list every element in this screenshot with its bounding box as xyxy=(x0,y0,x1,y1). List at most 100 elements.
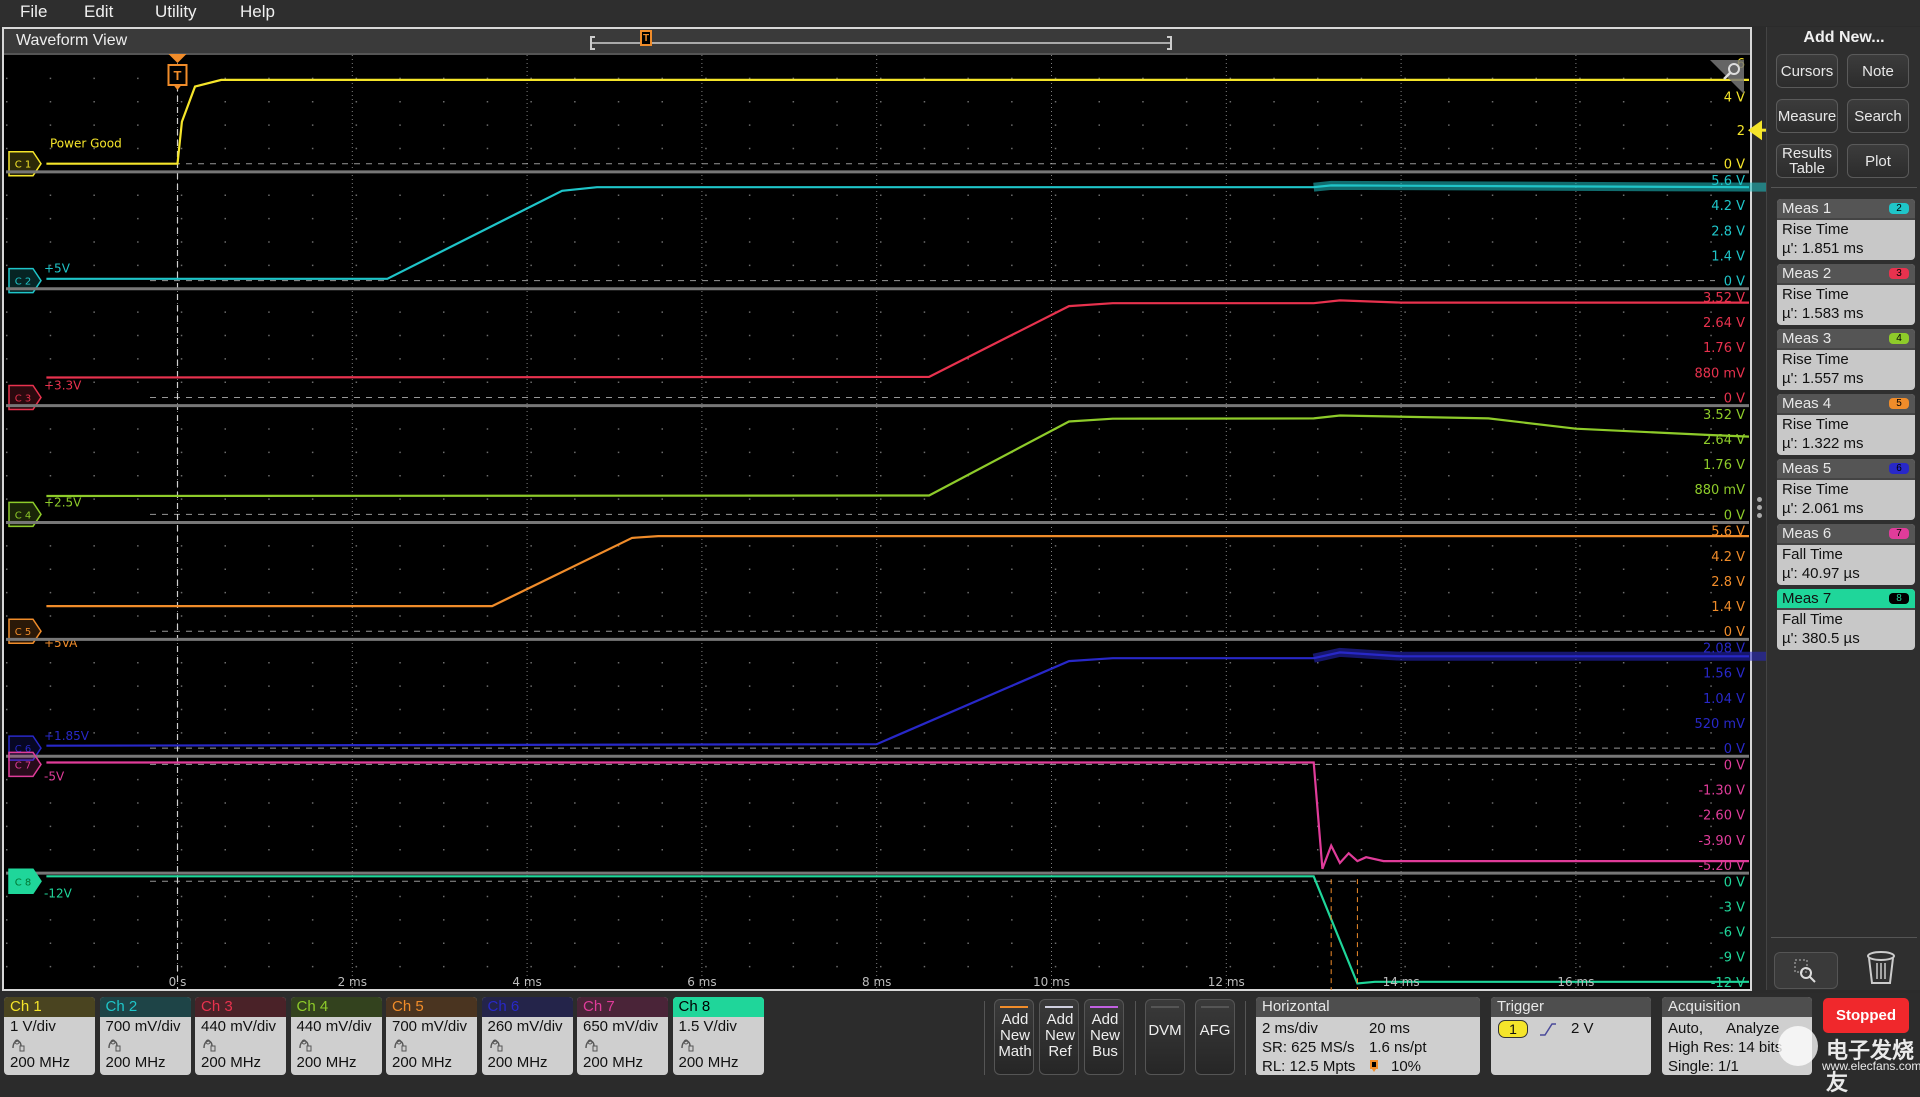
channel-bandwidth: 200 MHz xyxy=(678,1054,739,1071)
plot-button[interactable]: Plot xyxy=(1847,144,1909,178)
channel-badge-ch4[interactable]: Ch 4 440 mV/div 200 MHz xyxy=(290,997,382,1075)
measurement-type: Rise Time xyxy=(1782,416,1849,433)
results-table-button[interactable]: Results Table xyxy=(1776,144,1838,178)
trigger-position-icon xyxy=(1369,1059,1379,1072)
measurement-type: Rise Time xyxy=(1782,351,1849,368)
measurement-card[interactable]: Meas 5 6 Rise Time µ': 2.061 ms xyxy=(1777,459,1915,520)
measurement-type: Fall Time xyxy=(1782,611,1843,628)
record-length: RL: 12.5 Mpts xyxy=(1262,1058,1356,1075)
time-tick-label: 12 ms xyxy=(1208,975,1245,989)
measurement-value: µ': 1.322 ms xyxy=(1782,435,1864,452)
time-tick-label: 10 ms xyxy=(1033,975,1070,989)
rising-edge-icon xyxy=(1539,1021,1557,1042)
cursors-button[interactable]: Cursors xyxy=(1776,54,1838,88)
channel-badge-ch5[interactable]: Ch 5 700 mV/div 200 MHz xyxy=(386,997,477,1075)
channel-bandwidth: 200 MHz xyxy=(392,1054,453,1071)
channel-badge-ch1[interactable]: Ch 11 V/div 200 MHz xyxy=(4,997,95,1075)
probe-icon xyxy=(100,1036,191,1053)
channel-badge-ch3[interactable]: Ch 3 440 mV/div 200 MHz xyxy=(195,997,286,1075)
add-bus-button[interactable]: Add New Bus xyxy=(1084,999,1124,1075)
measurement-label: Meas 1 xyxy=(1782,200,1832,217)
zoom-region-button[interactable] xyxy=(1774,952,1838,989)
note-button[interactable]: Note xyxy=(1847,54,1909,88)
measurement-card[interactable]: Meas 1 2 Rise Time µ': 1.851 ms xyxy=(1777,199,1915,260)
add-new-title: Add New... xyxy=(1803,29,1885,46)
divider xyxy=(1771,187,1917,188)
channel-handle-label: C 2 xyxy=(15,277,32,288)
vertical-scale-label: 1.4 V xyxy=(1711,600,1745,615)
vertical-scale-label: 880 mV xyxy=(1694,483,1745,498)
probe-icon xyxy=(386,1036,477,1053)
channel-vdiv: 440 mV/div xyxy=(296,1018,372,1035)
waveform-trace-c7 xyxy=(46,761,1749,870)
measurement-card[interactable]: Meas 2 3 Rise Time µ': 1.583 ms xyxy=(1777,264,1915,325)
time-tick-label: 8 ms xyxy=(862,975,891,989)
measurement-source-badge: 7 xyxy=(1889,528,1909,539)
measurement-header: Meas 6 7 xyxy=(1777,524,1915,545)
probe-icon xyxy=(673,1036,764,1053)
vertical-scale-label: -3.90 V xyxy=(1698,834,1745,849)
trigger-panel[interactable]: Trigger 1 2 V xyxy=(1491,997,1651,1075)
trash-icon xyxy=(1867,951,1895,984)
measurement-card[interactable]: Meas 7 8 Fall Time µ': 380.5 µs xyxy=(1777,589,1915,650)
trigger-source-badge: 1 xyxy=(1498,1020,1528,1038)
channel-badge-label: Ch 3 xyxy=(195,997,286,1017)
time-tick-label: 14 ms xyxy=(1383,975,1420,989)
channel-badge-label: Ch 2 xyxy=(99,997,191,1017)
vertical-scale-label: -9 V xyxy=(1719,951,1745,966)
search-button[interactable]: Search xyxy=(1847,99,1909,133)
channel-bandwidth: 200 MHz xyxy=(487,1054,548,1071)
measurement-value: µ': 40.97 µs xyxy=(1782,565,1860,582)
measure-button[interactable]: Measure xyxy=(1776,99,1838,133)
vertical-scale-label: -2.60 V xyxy=(1698,809,1745,824)
channel-badge-ch8[interactable]: Ch 8 1.5 V/div 200 MHz xyxy=(672,997,764,1075)
measurement-source-badge: 8 xyxy=(1889,593,1909,604)
waveform-graticule[interactable]: 64 V20 VC 1Power Good5.6 V4.2 V2.8 V1.4 … xyxy=(0,0,1766,992)
channel-badge-label: Ch 4 xyxy=(290,997,382,1017)
channel-handle-label: C 8 xyxy=(15,877,32,888)
measurement-card[interactable]: Meas 6 7 Fall Time µ': 40.97 µs xyxy=(1777,524,1915,585)
measurement-card[interactable]: Meas 4 5 Rise Time µ': 1.322 ms xyxy=(1777,394,1915,455)
channel-badge-ch6[interactable]: Ch 6 260 mV/div 200 MHz xyxy=(481,997,573,1075)
channel-badge-ch2[interactable]: Ch 2 700 mV/div 200 MHz xyxy=(99,997,191,1075)
zoom-region-icon xyxy=(1794,959,1816,983)
trigger-marker-label: T xyxy=(174,68,182,83)
horizontal-panel[interactable]: Horizontal 2 ms/div 20 ms SR: 625 MS/s 1… xyxy=(1256,997,1480,1075)
waveform-trace-c6 xyxy=(46,651,1749,747)
channel-handle-label: C 4 xyxy=(15,510,32,521)
afg-button[interactable]: AFG xyxy=(1195,999,1235,1075)
measurement-type: Rise Time xyxy=(1782,286,1849,303)
channel-name-label: +2.5V xyxy=(44,495,82,509)
waveform-trace-c5 xyxy=(46,534,1749,608)
measurement-value: µ': 1.851 ms xyxy=(1782,240,1864,257)
vertical-scale-label: 880 mV xyxy=(1694,366,1745,381)
channel-badge-label: Ch 7 xyxy=(577,997,668,1017)
time-tick-label: 16 ms xyxy=(1557,975,1594,989)
vertical-scale-label: 1.76 V xyxy=(1703,458,1745,473)
acquisition-resolution: High Res: 14 bits xyxy=(1668,1039,1783,1056)
measurement-value: µ': 1.557 ms xyxy=(1782,370,1864,387)
measurement-source-badge: 2 xyxy=(1889,203,1909,214)
channel-badge-ch7[interactable]: Ch 7 650 mV/div 200 MHz xyxy=(577,997,668,1075)
divider xyxy=(984,1001,985,1075)
channel-vdiv: 650 mV/div xyxy=(583,1018,659,1035)
channel-badge-label: Ch 1 xyxy=(4,997,95,1017)
probe-icon xyxy=(291,1036,382,1053)
time-tick-label: 2 ms xyxy=(338,975,367,989)
delete-button[interactable] xyxy=(1865,949,1897,987)
trigger-marker-tail xyxy=(173,85,182,90)
run-stop-button[interactable]: Stopped xyxy=(1823,998,1909,1033)
measurement-card[interactable]: Meas 3 4 Rise Time µ': 1.557 ms xyxy=(1777,329,1915,390)
channel-vdiv: 1 V/div xyxy=(10,1018,56,1035)
channel-bandwidth: 200 MHz xyxy=(201,1054,262,1071)
channel-badge-label: Ch 6 xyxy=(481,997,573,1017)
add-ref-button[interactable]: Add New Ref xyxy=(1039,999,1079,1075)
panel-resize-handle[interactable] xyxy=(1757,497,1762,518)
add-math-button[interactable]: Add New Math xyxy=(994,999,1034,1075)
channel-name-label: +3.3V xyxy=(44,378,82,392)
dvm-button[interactable]: DVM xyxy=(1145,999,1185,1075)
divider xyxy=(1135,1001,1136,1075)
channel-name-label: -5V xyxy=(44,769,65,783)
settings-bar: Ch 11 V/div 200 MHz Ch 2 700 mV/div 200 MHz C… xyxy=(0,993,1920,1095)
waveform-trace-c3 xyxy=(46,299,1749,379)
